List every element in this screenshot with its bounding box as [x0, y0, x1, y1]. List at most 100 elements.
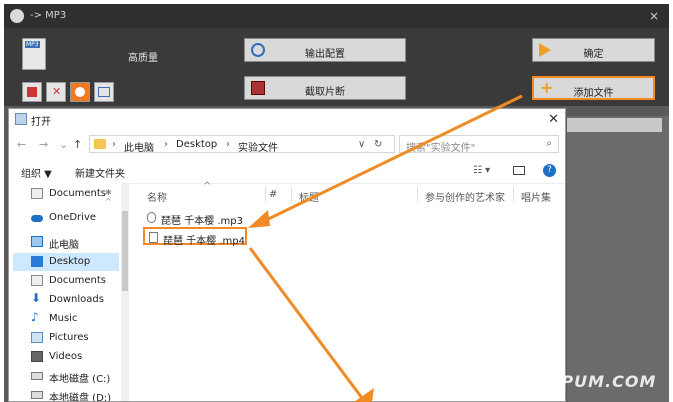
breadcrumb-separator: ›: [112, 139, 116, 150]
delete-file-button[interactable]: ✕: [46, 82, 66, 102]
pictures-icon: [31, 332, 43, 343]
nav-item-label: Documents: [49, 188, 107, 199]
help-icon[interactable]: ?: [543, 164, 556, 177]
nav-item-documents[interactable]: Documents: [13, 272, 119, 290]
app-toolbar: MP3 高质量 输出配置 截取片断 确定 + 添加文件 ✕: [4, 28, 669, 106]
breadcrumb-experiment-files[interactable]: 实验文件: [238, 139, 278, 154]
nav-item-drive-c[interactable]: 本地磁盘 (C:): [13, 367, 119, 385]
nav-item-label: OneDrive: [49, 212, 97, 223]
nav-item-label: Music: [49, 313, 78, 324]
breadcrumb-separator: ›: [164, 139, 168, 150]
column-album[interactable]: 唱片集: [521, 189, 551, 204]
breadcrumb-separator: ›: [226, 139, 230, 150]
nav-item-downloads[interactable]: ⬇ Downloads: [13, 291, 119, 309]
nav-item-videos[interactable]: Videos: [13, 348, 119, 366]
preview-pane-icon[interactable]: [513, 166, 525, 175]
new-folder-button[interactable]: 新建文件夹: [75, 165, 125, 180]
computer-icon: [31, 236, 43, 247]
column-headers: 名称 ^ # 标题 参与创作的艺术家 唱片集: [141, 181, 565, 205]
nav-item-label: 本地磁盘 (C:): [49, 374, 111, 385]
view-options-icon[interactable]: ☷ ▾: [473, 165, 490, 176]
app-logo-icon: [10, 9, 24, 23]
nav-item-desktop[interactable]: Desktop: [13, 253, 119, 271]
music-icon: ♪: [31, 310, 39, 324]
add-file-label: 添加文件: [573, 88, 614, 99]
audio-file-icon: [147, 212, 156, 223]
nav-item-onedrive[interactable]: OneDrive: [13, 209, 119, 227]
nav-item-music[interactable]: ♪ Music: [13, 310, 119, 328]
refresh-icon[interactable]: ↻: [374, 139, 382, 150]
confirm-button[interactable]: 确定: [532, 38, 655, 62]
app-title: -> MP3: [30, 10, 67, 21]
address-bar: ← → ⌄ ↑ › 此电脑 › Desktop › 实验文件 ∨ ↻ 搜索"实验…: [9, 133, 565, 157]
breadcrumb-this-pc[interactable]: 此电脑: [124, 139, 154, 154]
nav-item-label: Downloads: [49, 294, 104, 305]
file-list-panel: [567, 116, 669, 402]
sort-icon: ^: [203, 181, 212, 192]
output-config-label: 输出配置: [305, 49, 345, 60]
nav-item-pictures[interactable]: Pictures: [13, 329, 119, 347]
add-file-button[interactable]: + 添加文件: [532, 76, 655, 100]
nav-item-label: Videos: [49, 351, 83, 362]
back-arrow-icon[interactable]: ←: [17, 138, 26, 151]
nav-item-documents-quick[interactable]: Documents ✱ ^: [13, 185, 119, 206]
app-close-icon[interactable]: ×: [649, 9, 659, 23]
desktop-icon: [31, 256, 43, 267]
dialog-title: 打开: [31, 117, 51, 128]
app-titlebar: -> MP3 ×: [4, 4, 669, 28]
remove-file-button[interactable]: [22, 82, 42, 102]
file-name: 琵琶 千本樱 .mp4: [163, 236, 245, 247]
watermark: APUM.COM: [548, 372, 657, 391]
play-button[interactable]: [70, 82, 90, 102]
forward-arrow-icon[interactable]: →: [39, 138, 48, 151]
path-dropdown-icon[interactable]: ∨: [358, 139, 365, 150]
nav-item-this-pc[interactable]: 此电脑: [13, 233, 119, 251]
breadcrumb-desktop[interactable]: Desktop: [176, 139, 217, 150]
documents-icon: [31, 275, 43, 286]
info-icon: [98, 87, 110, 97]
nav-item-label: 本地磁盘 (D:): [49, 393, 112, 402]
file-name: 琵琶 千本樱 .mp3: [161, 216, 243, 227]
nav-item-drive-d[interactable]: 本地磁盘 (D:): [13, 386, 119, 402]
nav-scrollbar-thumb[interactable]: [122, 211, 128, 291]
recent-dropdown-icon[interactable]: ⌄: [59, 138, 68, 151]
search-icon[interactable]: ⌕: [546, 138, 552, 149]
dialog-titlebar: 打开 ✕: [9, 109, 565, 131]
drive-icon: [31, 372, 43, 380]
up-arrow-icon[interactable]: ↑: [73, 138, 82, 151]
mp3-file-icon-label: MP3: [25, 41, 40, 48]
folder-icon: [94, 139, 106, 149]
nav-item-label: 此电脑: [49, 240, 79, 251]
output-config-button[interactable]: 输出配置: [244, 38, 406, 62]
dialog-close-icon[interactable]: ✕: [548, 112, 559, 127]
search-input[interactable]: 搜索"实验文件" ⌕: [399, 135, 559, 154]
nav-scrollbar[interactable]: [121, 183, 129, 401]
quality-label[interactable]: 高质量: [128, 49, 158, 64]
cloud-icon: [31, 215, 43, 222]
column-number[interactable]: #: [269, 189, 277, 200]
nav-item-label: Documents: [49, 275, 107, 286]
dialog-window-icon: [15, 113, 27, 125]
clip-button[interactable]: 截取片断: [244, 76, 406, 100]
file-row-mp3[interactable]: 琵琶 千本樱 .mp3: [143, 209, 273, 227]
drive-icon: [31, 391, 43, 399]
documents-icon: [31, 188, 43, 199]
clip-label: 截取片断: [305, 87, 345, 98]
column-divider: [513, 187, 514, 203]
path-box[interactable]: › 此电脑 › Desktop › 实验文件 ∨ ↻: [89, 135, 395, 154]
navigation-pane: Documents ✱ ^ OneDrive 此电脑 Desktop Docum…: [9, 183, 129, 402]
confirm-label: 确定: [583, 49, 604, 60]
remove-file-icon: [27, 87, 37, 97]
file-row-mp4[interactable]: 琵琶 千本樱 .mp4: [143, 227, 247, 247]
column-divider: [417, 187, 418, 203]
column-artists[interactable]: 参与创作的艺术家: [425, 189, 505, 204]
column-name[interactable]: 名称: [147, 189, 167, 204]
delete-file-icon: ✕: [52, 85, 62, 98]
column-divider: [265, 187, 266, 203]
file-list-header: [567, 118, 662, 132]
organize-menu[interactable]: 组织 ▼: [21, 165, 52, 180]
pin-icon[interactable]: ✱ ^: [105, 188, 119, 206]
column-title[interactable]: 标题: [299, 189, 319, 204]
command-bar: 组织 ▼ 新建文件夹 ☷ ▾ ?: [9, 159, 565, 184]
info-button[interactable]: [94, 82, 114, 102]
